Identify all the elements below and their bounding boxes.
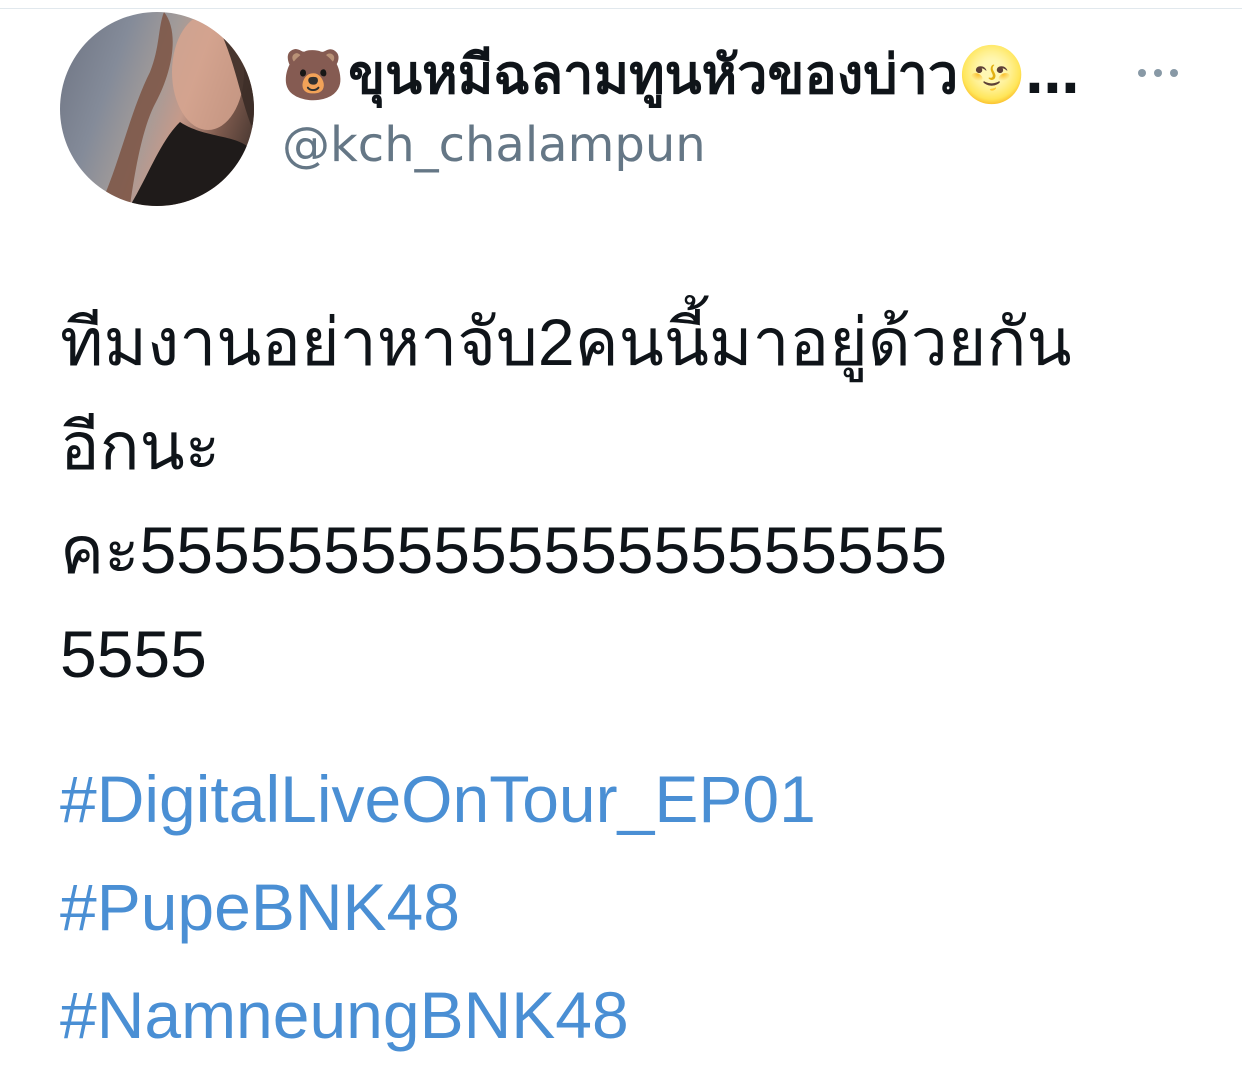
tweet-screen: 🐻 ขุนหมีฉลามทูนหัวของบ่าว🌝… @kch_chalamp… xyxy=(0,0,1242,1081)
more-horizontal-icon-dot xyxy=(1154,69,1162,77)
tweet-text-line: ทีมงานอย่าหาจับ2คนนี้มาอยู่ด้วยกัน xyxy=(60,305,1072,379)
user-avatar[interactable] xyxy=(60,12,254,206)
bear-emoji-icon: 🐻 xyxy=(282,46,345,104)
more-horizontal-icon-dot xyxy=(1170,69,1178,77)
hashtag-list: #DigitalLiveOnTour_EP01 #PupeBNK48 #Namn… xyxy=(60,745,1210,1069)
hashtag-link[interactable]: #DigitalLiveOnTour_EP01 xyxy=(60,745,1210,853)
avatar-portrait-icon xyxy=(100,12,254,206)
top-divider xyxy=(0,8,1242,9)
user-handle[interactable]: @kch_chalampun xyxy=(282,115,706,175)
tweet-body: ทีมงานอย่าหาจับ2คนนี้มาอยู่ด้วยกัน อีกนะ… xyxy=(60,290,1210,706)
more-options-button[interactable] xyxy=(1128,55,1188,91)
display-name: ขุนหมีฉลามทูนหัวของบ่าว🌝… xyxy=(348,43,1080,106)
tweet-text-line: 5555 xyxy=(60,617,207,691)
hashtag-link[interactable]: #NamneungBNK48 xyxy=(60,961,1210,1069)
display-name-row[interactable]: 🐻 ขุนหมีฉลามทูนหัวของบ่าว🌝… xyxy=(282,40,1112,110)
hashtag-link[interactable]: #PupeBNK48 xyxy=(60,853,1210,961)
more-horizontal-icon xyxy=(1138,69,1146,77)
tweet-text-line: อีกนะ xyxy=(60,409,221,483)
tweet-text-line: คะ5555555555555555555555 xyxy=(60,513,948,587)
